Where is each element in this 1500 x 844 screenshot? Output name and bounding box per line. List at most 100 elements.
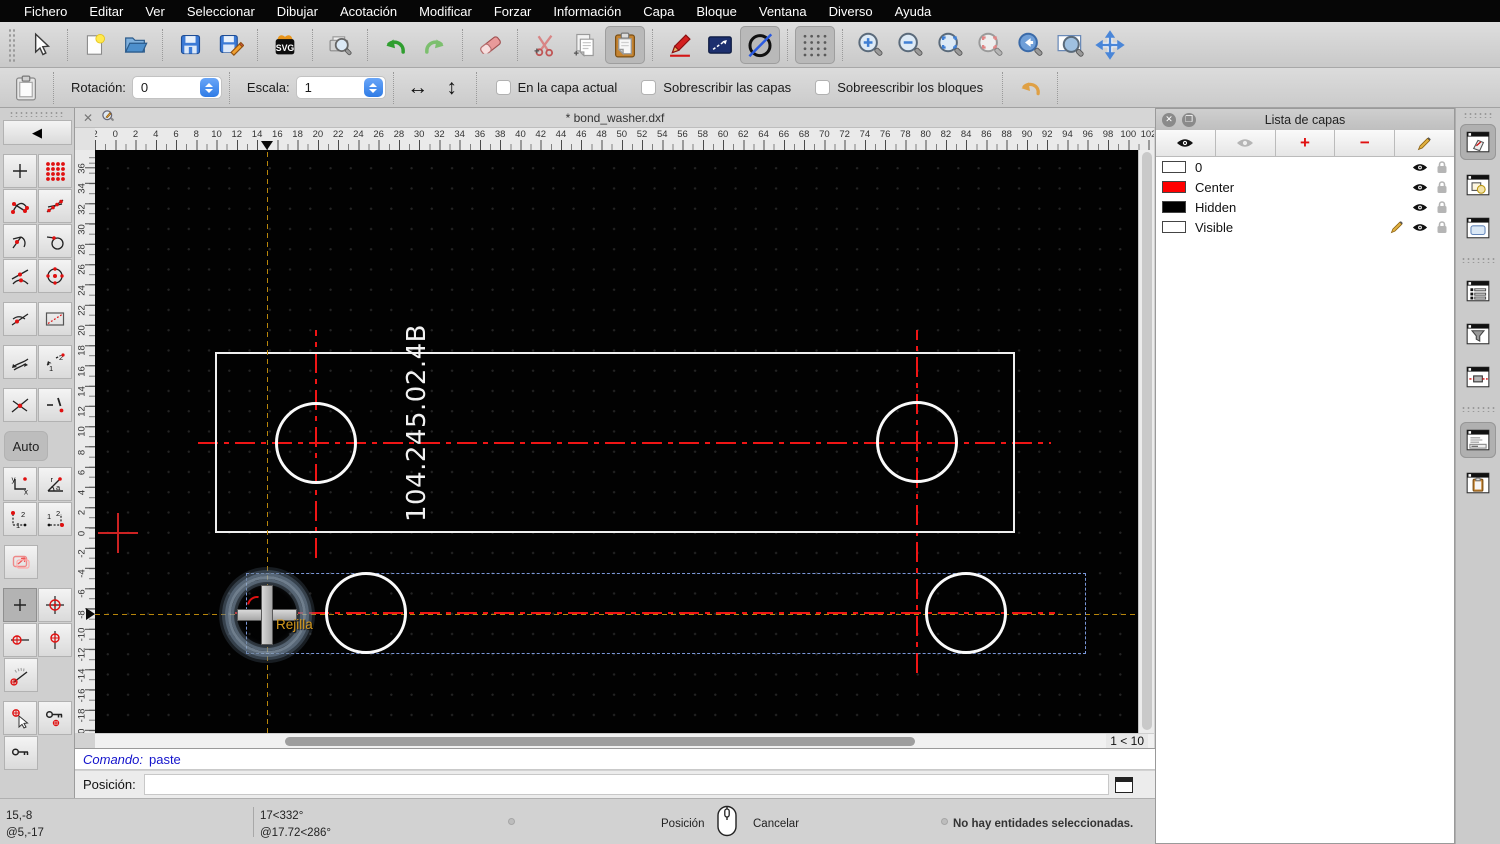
eye-icon[interactable] xyxy=(1412,182,1428,193)
snap-tangent-button[interactable] xyxy=(37,224,72,258)
select-pointer-button[interactable] xyxy=(20,26,60,64)
menu-ver[interactable]: Ver xyxy=(134,4,176,19)
scrollbar-thumb[interactable] xyxy=(1141,152,1152,730)
drawing-canvas[interactable]: 104.245.02.4B Rejilla xyxy=(95,150,1138,733)
clipboard-button[interactable] xyxy=(6,69,46,107)
snap-auto-button[interactable]: Auto xyxy=(4,431,48,461)
lock-relative-zero-button[interactable] xyxy=(37,701,72,735)
hole-circle[interactable] xyxy=(876,401,958,483)
command-line-dock-button[interactable] xyxy=(1460,422,1496,458)
show-all-layers-button[interactable] xyxy=(1156,130,1216,156)
menu-fichero[interactable]: Fichero xyxy=(13,4,78,19)
layer-row-current[interactable]: Visible xyxy=(1156,217,1454,237)
scale-spinner[interactable]: 1 xyxy=(295,76,386,99)
menu-editar[interactable]: Editar xyxy=(78,4,134,19)
hide-all-layers-button[interactable] xyxy=(1215,130,1276,156)
relative-zero-vertical-button[interactable] xyxy=(37,623,72,657)
export-svg-button[interactable]: SVG xyxy=(265,26,305,64)
stepper-icon[interactable] xyxy=(363,78,383,97)
library-browser-dock-button[interactable] xyxy=(1460,210,1496,246)
menu-acotacion[interactable]: Acotación xyxy=(329,4,408,19)
zoom-in-button[interactable] xyxy=(850,26,890,64)
snap-free-button[interactable] xyxy=(2,154,37,188)
measure-distance-button[interactable] xyxy=(700,26,740,64)
horizontal-scrollbar[interactable]: 1 < 10 xyxy=(95,733,1154,749)
laser-dock-button[interactable] xyxy=(1460,359,1496,395)
hole-circle[interactable] xyxy=(275,402,357,484)
menu-modificar[interactable]: Modificar xyxy=(408,4,483,19)
coordinate-polar-button[interactable]: ra xyxy=(37,467,72,501)
layer-list-dock-button[interactable] xyxy=(1460,124,1496,160)
menu-dibujar[interactable]: Dibujar xyxy=(266,4,329,19)
lock-icon[interactable] xyxy=(1436,220,1448,234)
pan-button[interactable] xyxy=(1090,26,1130,64)
relative-zero-horizontal-button[interactable] xyxy=(2,623,37,657)
scrollbar-thumb[interactable] xyxy=(285,736,915,746)
restrict-nothing-button[interactable] xyxy=(37,388,72,422)
close-tab-icon[interactable]: ✕ xyxy=(83,111,93,125)
drag-handle[interactable] xyxy=(8,27,16,62)
zoom-out-button[interactable] xyxy=(890,26,930,64)
cut-button[interactable] xyxy=(525,26,565,64)
pen-attributes-button[interactable] xyxy=(660,26,700,64)
construction-mode-button[interactable] xyxy=(740,25,780,64)
undo-button[interactable] xyxy=(375,26,415,64)
open-document-button[interactable] xyxy=(115,26,155,64)
layer-row[interactable]: Hidden xyxy=(1156,197,1454,217)
delete-button[interactable] xyxy=(470,26,510,64)
checkbox-icon[interactable] xyxy=(495,80,511,95)
menu-capa[interactable]: Capa xyxy=(632,4,685,19)
select-reference-button[interactable] xyxy=(2,701,37,735)
zoom-window-button[interactable] xyxy=(1050,26,1090,64)
snap-middle-button[interactable] xyxy=(2,259,37,293)
checkbox-current-layer[interactable]: En la capa actual xyxy=(495,80,617,95)
grid-toggle-button[interactable] xyxy=(795,25,835,64)
block-list-dock-button[interactable] xyxy=(1460,167,1496,203)
menu-ayuda[interactable]: Ayuda xyxy=(884,4,943,19)
reset-button[interactable] xyxy=(1010,69,1050,107)
drag-handle[interactable] xyxy=(1463,112,1493,118)
back-button[interactable]: ◀ xyxy=(2,120,72,145)
restrict-orthogonal-button[interactable] xyxy=(2,345,37,379)
lock-icon[interactable] xyxy=(1436,160,1448,174)
part-number-text[interactable]: 104.245.02.4B xyxy=(402,324,432,522)
flip-horizontal-icon[interactable]: ↔ xyxy=(401,76,435,100)
entity-list-dock-button[interactable] xyxy=(1460,273,1496,309)
save-as-button[interactable] xyxy=(210,26,250,64)
menu-forzar[interactable]: Forzar xyxy=(483,4,543,19)
filter-dock-button[interactable] xyxy=(1460,316,1496,352)
lock-icon[interactable] xyxy=(1436,200,1448,214)
zoom-auto-button[interactable] xyxy=(930,26,970,64)
command-input[interactable] xyxy=(143,774,1109,795)
checkbox-overwrite-blocks[interactable]: Sobreescribir los bloques xyxy=(815,80,983,95)
hole-circle[interactable] xyxy=(925,572,1007,654)
tab-zoom-icon[interactable] xyxy=(101,109,116,127)
layer-row[interactable]: Center xyxy=(1156,177,1454,197)
snap-intersection-button[interactable] xyxy=(2,388,37,422)
snap-nearest-button[interactable] xyxy=(2,224,37,258)
drag-handle[interactable] xyxy=(9,111,65,117)
edit-layer-button[interactable] xyxy=(1395,130,1454,156)
relative-point-2-button[interactable]: 12 xyxy=(37,502,72,536)
checkbox-icon[interactable] xyxy=(641,80,657,95)
eye-icon[interactable] xyxy=(1412,202,1428,213)
remove-layer-button[interactable]: − xyxy=(1335,130,1396,156)
eye-icon[interactable] xyxy=(1412,162,1428,173)
restrict-steps-button[interactable]: 12 xyxy=(37,345,72,379)
layer-color-swatch[interactable] xyxy=(1162,181,1186,193)
lock-button[interactable] xyxy=(4,736,38,770)
checkbox-overwrite-layers[interactable]: Sobrescribir las capas xyxy=(641,80,791,95)
stepper-icon[interactable] xyxy=(199,78,219,97)
print-preview-button[interactable] xyxy=(320,26,360,64)
menu-informacion[interactable]: Información xyxy=(542,4,632,19)
layer-color-swatch[interactable] xyxy=(1162,161,1186,173)
eye-icon[interactable] xyxy=(1412,222,1428,233)
menu-seleccionar[interactable]: Seleccionar xyxy=(176,4,266,19)
detach-command-widget-icon[interactable] xyxy=(1114,776,1133,793)
rotation-spinner[interactable]: 0 xyxy=(131,76,222,99)
save-button[interactable] xyxy=(170,26,210,64)
paste-button[interactable] xyxy=(605,25,645,64)
snap-grid-button[interactable] xyxy=(37,154,72,188)
menu-bloque[interactable]: Bloque xyxy=(685,4,747,19)
flip-vertical-icon[interactable]: ↕ xyxy=(435,76,469,100)
